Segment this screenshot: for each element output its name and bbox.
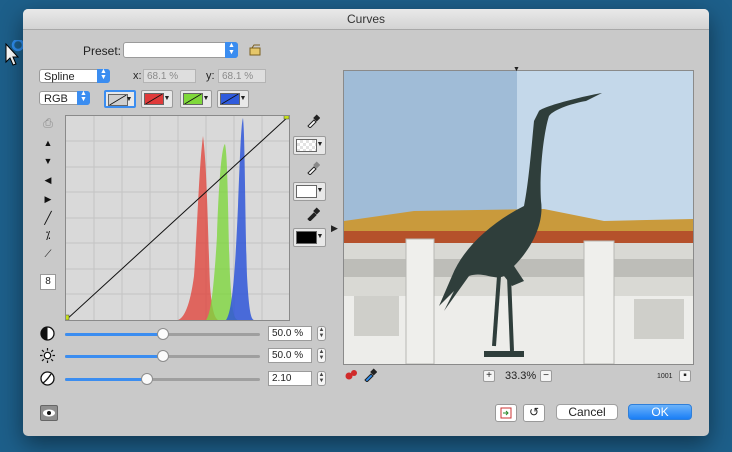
curves-dialog: Curves Preset: ▲ ▼ Spline ▲ ▼ x: 68.1 % y:… bbox=[23, 9, 709, 436]
move-left-icon[interactable]: ◀ bbox=[40, 172, 56, 188]
eye-icon bbox=[43, 409, 55, 417]
dropdown-arrow-icon: ▼ bbox=[202, 95, 210, 102]
preset-label: Preset: bbox=[83, 44, 122, 58]
dropdown-arrow-icon: ▼ bbox=[316, 187, 324, 194]
curve-button-rgb[interactable]: ▼ bbox=[104, 90, 136, 108]
curve-graph[interactable] bbox=[63, 113, 290, 321]
brightness-slider-fill bbox=[65, 355, 163, 358]
dropdown-arrow-icon: ▼ bbox=[125, 96, 133, 103]
gamma-icon bbox=[40, 371, 55, 386]
contrast-stepper[interactable]: ▲ ▼ bbox=[317, 326, 326, 341]
gamma-slider[interactable] bbox=[65, 373, 260, 385]
gamma-stepper[interactable]: ▲ ▼ bbox=[317, 371, 326, 386]
curve-point-start bbox=[63, 314, 70, 321]
channel-select[interactable]: RGB ▲ ▼ bbox=[39, 90, 90, 105]
black-swatch bbox=[296, 231, 317, 244]
split-marker-icon[interactable]: ▼ bbox=[513, 66, 520, 73]
move-right-icon[interactable]: ▶ bbox=[40, 191, 56, 207]
curve-button-red[interactable]: ▼ bbox=[141, 90, 173, 108]
linear-curve-icon[interactable]: ╱ bbox=[40, 210, 56, 226]
move-up-icon[interactable]: ▲ bbox=[40, 135, 56, 151]
chevron-updown-icon: ▲ ▼ bbox=[225, 42, 238, 58]
curve-button-green[interactable]: ▼ bbox=[180, 90, 212, 108]
split-arrow-icon[interactable]: ▶ bbox=[331, 223, 338, 234]
dropdown-arrow-icon: ▼ bbox=[316, 141, 324, 148]
contrast-slider-fill bbox=[65, 333, 163, 336]
reset-button[interactable]: ↺ bbox=[523, 404, 545, 422]
dropdown-arrow-icon: ▼ bbox=[316, 233, 324, 240]
contrast-icon bbox=[40, 326, 55, 341]
window-title: Curves bbox=[23, 9, 709, 30]
white-eyedropper-icon[interactable] bbox=[306, 207, 320, 221]
step-count-field[interactable]: 8 bbox=[40, 274, 56, 290]
stair-curve-icon[interactable]: ⟋ bbox=[40, 247, 56, 263]
transparent-swatch bbox=[296, 139, 317, 152]
histogram-plot bbox=[63, 113, 290, 321]
dropdown-arrow-icon: ▼ bbox=[239, 95, 247, 102]
curve-blue-icon bbox=[220, 93, 240, 105]
save-preset-icon[interactable] bbox=[248, 43, 262, 57]
brightness-field[interactable]: 50.0 % bbox=[268, 348, 312, 363]
curve-point-end bbox=[283, 113, 290, 120]
clear-point-icon[interactable]: ⎙ bbox=[40, 115, 56, 131]
gamma-slider-fill bbox=[65, 378, 147, 381]
preset-select[interactable]: ▲ ▼ bbox=[123, 42, 238, 58]
contrast-slider-knob[interactable] bbox=[156, 328, 169, 340]
x-label: x: bbox=[133, 70, 142, 82]
preview-toggle-button[interactable] bbox=[40, 405, 58, 421]
brightness-slider-knob[interactable] bbox=[156, 350, 169, 362]
contrast-field[interactable]: 50.0 % bbox=[268, 326, 312, 341]
move-down-icon[interactable]: ▼ bbox=[40, 153, 56, 169]
zoom-level: 33.3% bbox=[505, 370, 537, 382]
color-fill-icon[interactable] bbox=[345, 369, 359, 381]
mode-value: Spline bbox=[44, 71, 75, 83]
black-eyedropper-icon[interactable] bbox=[306, 114, 320, 128]
curve-green-icon bbox=[183, 93, 203, 105]
invert-curve-icon[interactable]: ⁒ bbox=[40, 228, 56, 244]
ok-button[interactable]: OK bbox=[628, 404, 692, 420]
white-swatch bbox=[296, 185, 317, 198]
eyedropper-icon[interactable] bbox=[363, 368, 377, 382]
mouse-cursor-icon bbox=[5, 40, 24, 66]
zoom-in-button[interactable]: + bbox=[483, 370, 495, 382]
dropdown-arrow-icon: ▼ bbox=[163, 95, 171, 102]
white-point-swatch[interactable]: ▼ bbox=[293, 228, 326, 247]
fit-view-button[interactable]: ▪ bbox=[679, 370, 691, 382]
image-preview[interactable] bbox=[343, 70, 694, 365]
brightness-icon bbox=[40, 348, 55, 363]
y-label: y: bbox=[206, 70, 215, 82]
histogram-red bbox=[178, 136, 218, 320]
brightness-stepper[interactable]: ▲ ▼ bbox=[317, 348, 326, 363]
y-field: 68.1 % bbox=[218, 69, 266, 83]
contrast-slider[interactable] bbox=[65, 328, 260, 340]
zoom-out-button[interactable]: − bbox=[540, 370, 552, 382]
gray-point-swatch[interactable]: ▼ bbox=[293, 182, 326, 201]
curve-button-blue[interactable]: ▼ bbox=[217, 90, 249, 108]
black-point-swatch[interactable]: ▼ bbox=[293, 136, 326, 155]
compare-button[interactable] bbox=[495, 404, 517, 422]
image-size-label: 1001 bbox=[657, 373, 673, 380]
gamma-slider-knob[interactable] bbox=[140, 373, 153, 385]
chevron-updown-icon: ▲ ▼ bbox=[77, 90, 90, 105]
cancel-button[interactable]: Cancel bbox=[556, 404, 618, 420]
gamma-field[interactable]: 2.10 bbox=[268, 371, 312, 386]
brightness-slider[interactable] bbox=[65, 350, 260, 362]
gray-eyedropper-icon[interactable] bbox=[306, 161, 320, 175]
chevron-updown-icon: ▲ ▼ bbox=[97, 68, 110, 83]
x-field: 68.1 % bbox=[143, 69, 196, 83]
mode-select[interactable]: Spline ▲ ▼ bbox=[39, 68, 110, 83]
channel-value: RGB bbox=[44, 93, 68, 105]
preview-image bbox=[344, 71, 693, 364]
undo-icon: ↺ bbox=[528, 405, 540, 419]
curve-red-icon bbox=[144, 93, 164, 105]
compare-icon bbox=[500, 407, 512, 419]
